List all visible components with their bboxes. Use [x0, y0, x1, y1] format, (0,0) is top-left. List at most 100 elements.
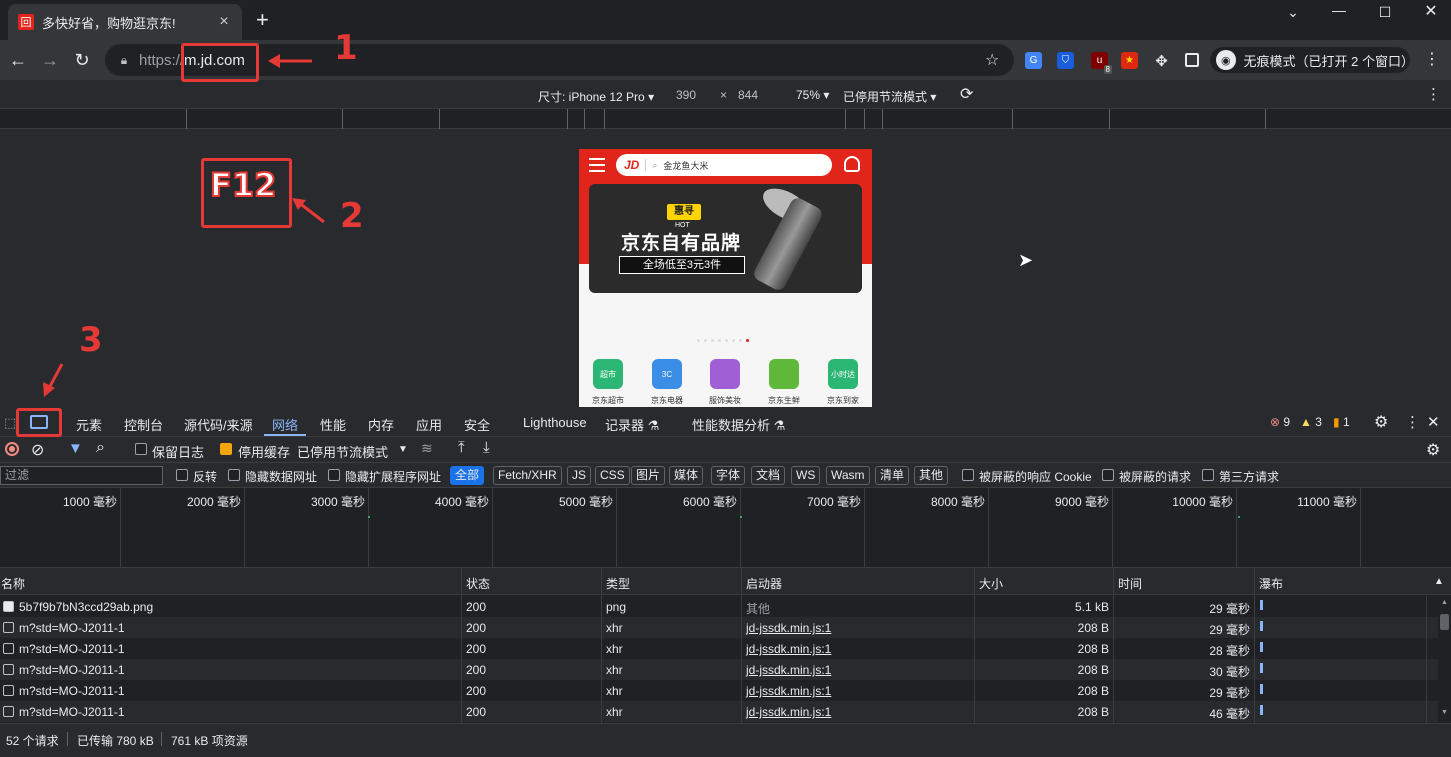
bookmark-star-icon[interactable]: ☆ [985, 50, 999, 70]
resource-type-filter[interactable]: 图片 [631, 466, 666, 485]
clear-icon[interactable]: ⊘ [31, 440, 44, 460]
translate-extension-icon[interactable]: G [1025, 52, 1042, 69]
devtools-tab[interactable]: 安全 [464, 415, 490, 434]
browser-tab[interactable]: 回 多快好省，购物逛京东! × [8, 4, 242, 40]
hide-extension-urls-checkbox[interactable] [328, 469, 340, 481]
jd-mobile-page[interactable]: JD ⌕ 金龙鱼大米 惠寻 HOT 京东自有品牌 全场低至3元3件 超市 京东超市… [579, 149, 872, 407]
row-initiator[interactable]: jd-jssdk.min.js:1 [746, 663, 831, 677]
inspect-element-icon[interactable]: ⬚ [4, 415, 16, 431]
row-name[interactable]: 5b7f9b7bN3ccd29ab.png [19, 600, 153, 614]
row-name[interactable]: m?std=MO-J2011-1 [19, 684, 125, 698]
filter-funnel-icon[interactable]: ▼ [68, 440, 83, 457]
resource-type-filter[interactable]: 其他 [914, 466, 949, 485]
jd-category-item[interactable]: 3C 京东电器 [642, 359, 692, 406]
close-window-icon[interactable]: ✕ [1408, 1, 1451, 20]
devtools-tab[interactable]: 控制台 [124, 415, 163, 434]
network-settings-gear-icon[interactable]: ⚙ [1426, 440, 1440, 460]
jd-category-item[interactable]: 京东生鲜 [759, 359, 809, 406]
invert-checkbox[interactable] [176, 469, 188, 481]
row-name[interactable]: m?std=MO-J2011-1 [19, 663, 125, 677]
devtools-tab[interactable]: 源代码/来源 [184, 415, 253, 434]
resource-type-filter[interactable]: 文档 [751, 466, 786, 485]
media-query-ruler[interactable] [0, 109, 1451, 129]
devtools-tab[interactable]: 内存 [368, 415, 394, 434]
table-row[interactable]: 5b7f9b7bN3ccd29ab.png 200 png 其他 5.1 kB 29 毫秒 [0, 596, 1438, 617]
resource-type-filter[interactable]: 清单 [875, 466, 910, 485]
throttle-select[interactable]: 已停用节流模式 ▾ [843, 88, 936, 105]
new-tab-icon[interactable]: + [256, 9, 269, 31]
row-name[interactable]: m?std=MO-J2011-1 [19, 642, 125, 656]
sort-ascending-icon[interactable]: ▲ [1434, 576, 1444, 587]
hide-data-urls-checkbox[interactable] [228, 469, 240, 481]
row-name[interactable]: m?std=MO-J2011-1 [19, 621, 125, 635]
col-type[interactable]: 类型 [606, 575, 630, 592]
network-throttle-select[interactable]: 已停用节流模式 [297, 442, 388, 461]
maximize-icon[interactable]: ☐ [1362, 4, 1408, 20]
table-row[interactable]: m?std=MO-J2011-1 200 xhr jd-jssdk.min.js:1 2… [0, 617, 1438, 638]
blocked-cookies-checkbox[interactable] [962, 469, 974, 481]
jd-search-input[interactable]: JD ⌕ 金龙鱼大米 [616, 154, 832, 176]
col-waterfall[interactable]: 瀑布 [1259, 575, 1283, 592]
close-tab-icon[interactable]: × [216, 14, 232, 30]
zoom-select[interactable]: 75% ▾ [796, 88, 829, 102]
preserve-log-checkbox[interactable] [135, 443, 147, 455]
col-status[interactable]: 状态 [466, 575, 490, 592]
row-name[interactable]: m?std=MO-J2011-1 [19, 705, 125, 719]
network-conditions-icon[interactable]: ≋ [421, 440, 433, 457]
export-har-icon[interactable]: ⤓ [483, 439, 490, 456]
devtools-tab[interactable]: 性能数据分析 ⚗ [692, 415, 785, 434]
error-count[interactable]: ⊗ 9 [1270, 415, 1290, 429]
devtools-tab[interactable]: 性能 [320, 415, 346, 434]
viewport-width-input[interactable]: 390 [676, 88, 696, 102]
minimize-icon[interactable]: — [1316, 2, 1362, 18]
resource-type-filter[interactable]: WS [791, 466, 821, 485]
resource-type-filter[interactable]: CSS [595, 466, 630, 485]
devtools-tab[interactable]: 记录器 ⚗ [605, 415, 659, 434]
table-row[interactable]: m?std=MO-J2011-1 200 xhr jd-jssdk.min.js:1 2… [0, 659, 1438, 680]
table-row[interactable]: m?std=MO-J2011-1 200 xhr jd-jssdk.min.js:1 2… [0, 638, 1438, 659]
forward-icon[interactable]: → [38, 48, 62, 72]
extensions-puzzle-icon[interactable]: ✥ [1153, 52, 1170, 70]
devtools-more-icon[interactable]: ⋮ [1405, 413, 1420, 431]
search-icon[interactable]: ⌕ [96, 439, 105, 457]
resource-type-filter[interactable]: JS [567, 466, 592, 485]
filter-input[interactable]: 过滤 [0, 466, 163, 485]
disable-cache-checkbox[interactable] [220, 443, 232, 455]
rotate-icon[interactable]: ⟳ [960, 84, 973, 104]
blocked-requests-checkbox[interactable] [1102, 469, 1114, 481]
browser-menu-icon[interactable]: ⋮ [1420, 48, 1444, 72]
resource-type-filter[interactable]: 媒体 [669, 466, 704, 485]
resource-type-filter[interactable]: Wasm [826, 466, 870, 485]
hamburger-menu-icon[interactable] [589, 158, 605, 172]
jd-category-item[interactable]: 小时达 京东到家 [818, 359, 868, 406]
table-row[interactable]: m?std=MO-J2011-1 200 xhr jd-jssdk.min.js:1 2… [0, 680, 1438, 701]
col-time[interactable]: 时间 [1118, 575, 1142, 592]
import-har-icon[interactable]: ⤒ [458, 439, 465, 456]
ublock-extension-icon[interactable]: u8 [1091, 52, 1112, 74]
jd-category-item[interactable]: 超市 京东超市 [583, 359, 633, 406]
throttle-dropdown-icon[interactable]: ▼ [398, 444, 408, 455]
resource-type-filter[interactable]: Fetch/XHR [493, 466, 562, 485]
info-count[interactable]: ▮ 1 [1333, 415, 1350, 429]
devtools-tab[interactable]: 元素 [76, 415, 102, 434]
incognito-profile-button[interactable]: ◉ 无痕模式（已打开 2 个窗口） [1210, 47, 1414, 73]
jd-category-item[interactable]: 服饰美妆 [700, 359, 750, 406]
warning-count[interactable]: ▲ 3 [1300, 415, 1322, 429]
reload-icon[interactable]: ↻ [70, 48, 94, 72]
devtools-settings-gear-icon[interactable]: ⚙ [1374, 412, 1388, 432]
devtools-close-icon[interactable]: ✕ [1427, 413, 1440, 431]
table-scrollbar[interactable]: ▲ ▼ [1438, 596, 1451, 723]
resource-type-filter[interactable]: 字体 [711, 466, 746, 485]
device-select[interactable]: 尺寸: iPhone 12 Pro ▾ [538, 88, 654, 105]
user-icon[interactable] [844, 156, 860, 172]
lock-icon[interactable]: 🔒︎ [117, 53, 131, 67]
table-row[interactable]: m?std=MO-J2011-1 200 xhr jd-jssdk.min.js:1 2… [0, 701, 1438, 722]
jd-banner[interactable]: 惠寻 HOT 京东自有品牌 全场低至3元3件 [589, 184, 862, 293]
record-icon[interactable] [5, 442, 19, 456]
row-initiator[interactable]: jd-jssdk.min.js:1 [746, 642, 831, 656]
devtools-tab[interactable]: 网络 [272, 415, 298, 434]
col-initiator[interactable]: 启动器 [746, 575, 782, 592]
col-size[interactable]: 大小 [979, 575, 1003, 592]
col-name[interactable]: 名称 [1, 575, 25, 592]
back-icon[interactable]: ← [6, 48, 30, 72]
